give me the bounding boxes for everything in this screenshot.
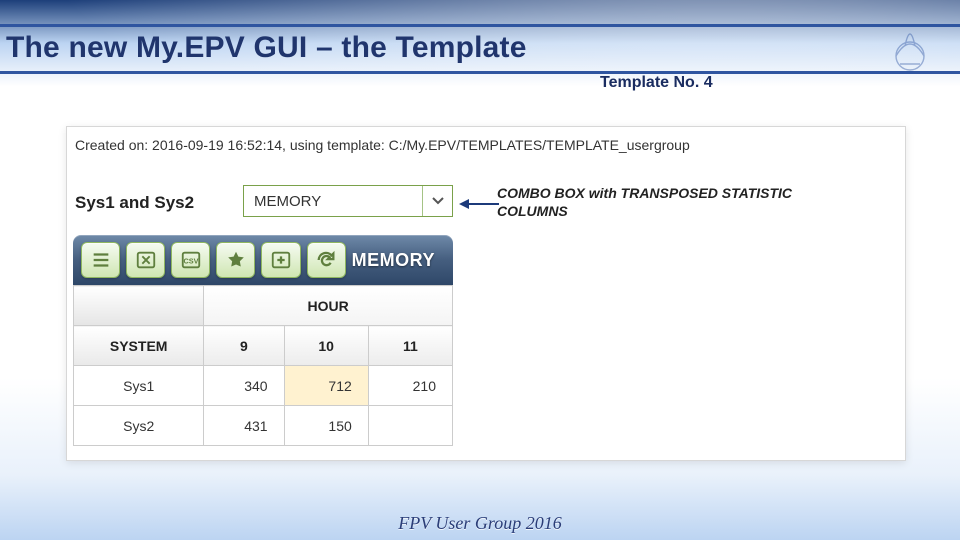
star-icon[interactable]: [216, 242, 255, 278]
table-row: Sys2 431 150: [74, 406, 453, 446]
combo-value: MEMORY: [244, 193, 422, 210]
toolbar-title: MEMORY: [352, 250, 445, 271]
col-header-0: 9: [204, 326, 284, 366]
row-name: Sys1: [74, 366, 204, 406]
cell: 712: [284, 366, 368, 406]
slide-subtitle: Template No. 4: [600, 74, 713, 92]
row-name: Sys2: [74, 406, 204, 446]
statistic-combo[interactable]: MEMORY: [243, 185, 453, 217]
col-header-2: 11: [368, 326, 452, 366]
table-corner: [74, 286, 204, 326]
slide-title-bar: The new My.EPV GUI – the Template: [0, 24, 960, 74]
created-on-text: Created on: 2016-09-19 16:52:14, using t…: [75, 137, 690, 153]
refresh-icon[interactable]: [307, 242, 346, 278]
col-header-1: 10: [284, 326, 368, 366]
svg-text:CSV: CSV: [183, 257, 198, 266]
cell: 150: [284, 406, 368, 446]
system-header: SYSTEM: [74, 326, 204, 366]
annotation-arrow-icon: [459, 199, 499, 209]
cell: 340: [204, 366, 284, 406]
cell: [368, 406, 452, 446]
annotation-line-1: COMBO BOX with TRANSPOSED STATISTIC: [497, 185, 792, 203]
cell: 431: [204, 406, 284, 446]
chevron-down-icon: [422, 186, 452, 216]
cell: 210: [368, 366, 452, 406]
template-panel: Created on: 2016-09-19 16:52:14, using t…: [66, 126, 906, 461]
memory-table: HOUR SYSTEM 9 10 11 Sys1 340 712 210 Sys…: [73, 285, 453, 446]
excel-icon[interactable]: [126, 242, 165, 278]
hour-header: HOUR: [204, 286, 453, 326]
table-row: Sys1 340 712 210: [74, 366, 453, 406]
csv-icon[interactable]: CSV: [171, 242, 210, 278]
annotation-text: COMBO BOX with TRANSPOSED STATISTIC COLU…: [497, 185, 792, 220]
footer-text: FPV User Group 2016: [0, 513, 960, 534]
add-icon[interactable]: [261, 242, 300, 278]
table-toolbar: CSV MEMORY: [73, 235, 453, 285]
menu-icon[interactable]: [81, 242, 120, 278]
system-row-title: Sys1 and Sys2: [75, 193, 194, 213]
annotation-line-2: COLUMNS: [497, 203, 792, 221]
slide-title: The new My.EPV GUI – the Template: [6, 31, 952, 65]
